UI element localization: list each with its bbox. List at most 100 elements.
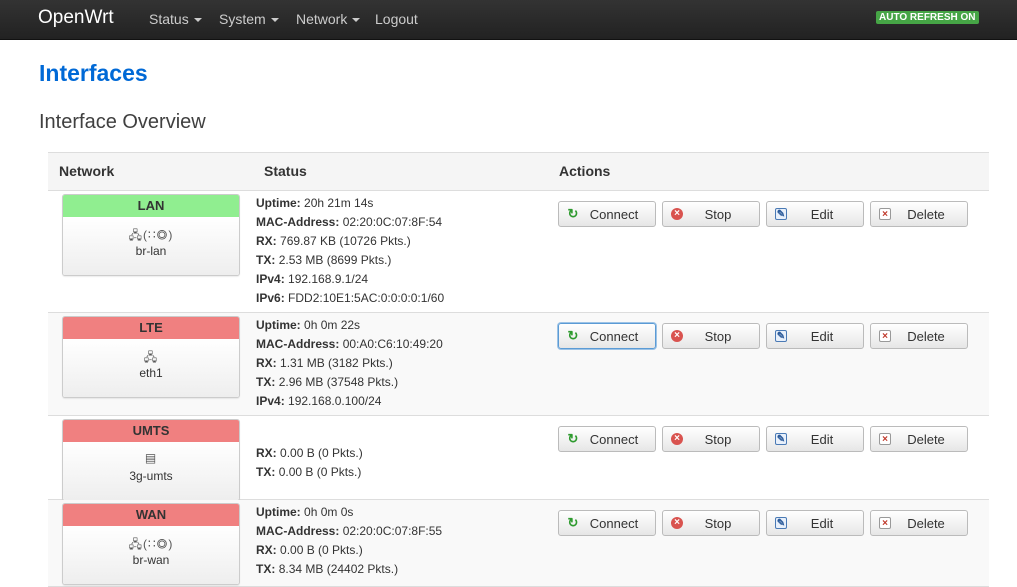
status-value: 769.87 KB (10726 Pkts.) — [280, 234, 411, 248]
connect-button[interactable]: ↻ Connect — [558, 426, 656, 452]
connect-label: Connect — [589, 329, 639, 344]
interface-badge-lte[interactable]: LTE 🖧 eth1 — [62, 316, 240, 398]
nav-logout-label: Logout — [375, 11, 418, 27]
nav-system-menu[interactable]: System — [219, 11, 279, 27]
status-line: Uptime: 20h 21m 14s — [256, 196, 374, 210]
interface-device-panel: 🖧(∷◎) br-wan — [63, 526, 239, 584]
table-header: Network Status Actions — [48, 152, 989, 191]
status-line: IPv4: 192.168.9.1/24 — [256, 272, 369, 286]
top-navbar: OpenWrt Status System Network Logout AUT… — [0, 0, 1017, 40]
delete-button[interactable]: × Delete — [870, 510, 968, 536]
edit-label: Edit — [810, 516, 834, 531]
interfaces-table: Network Status Actions LAN 🖧(∷◎) br-lan Upt… — [48, 152, 989, 587]
delete-label: Delete — [907, 329, 945, 344]
interface-status: RX: 0.00 B (0 Pkts.) TX: 0.00 B (0 Pkts.) — [256, 444, 363, 482]
status-key: MAC-Address — [256, 337, 336, 351]
section-title: Interface Overview — [39, 111, 206, 133]
status-line: TX: 0.00 B (0 Pkts.) — [256, 465, 362, 479]
status-value: 2.96 MB (37548 Pkts.) — [278, 375, 399, 389]
delete-button[interactable]: × Delete — [870, 426, 968, 452]
status-value: 0h 0m 22s — [304, 318, 361, 332]
header-status: Status — [264, 163, 307, 179]
status-line: RX: 0.00 B (0 Pkts.) — [256, 543, 363, 557]
connect-button[interactable]: ↻ Connect — [558, 201, 656, 227]
edit-button[interactable]: ✎ Edit — [766, 323, 864, 349]
status-value: 192.168.0.100/24 — [288, 394, 382, 408]
status-line: Uptime: 0h 0m 0s — [256, 505, 354, 519]
status-key: IPv4 — [256, 394, 281, 408]
status-value: 0.00 B (0 Pkts.) — [278, 465, 362, 479]
interface-device-panel: ▤ 3g-umts — [63, 442, 239, 500]
device-name: eth1 — [139, 366, 163, 380]
brand-logo[interactable]: OpenWrt — [38, 7, 114, 29]
interface-badge-wan[interactable]: WAN 🖧(∷◎) br-wan — [62, 503, 240, 585]
auto-refresh-badge[interactable]: AUTO REFRESH ON — [876, 11, 979, 24]
status-line: Uptime: 0h 0m 22s — [256, 318, 361, 332]
delete-button[interactable]: × Delete — [870, 323, 968, 349]
status-line: IPv6: FDD2:10E1:5AC:0:0:0:0:1/60 — [256, 291, 445, 305]
status-value: 0.00 B (0 Pkts.) — [280, 446, 363, 460]
status-value: 0.00 B (0 Pkts.) — [280, 543, 363, 557]
status-key: Uptime — [256, 318, 297, 332]
chevron-down-icon — [352, 18, 361, 23]
stop-button[interactable]: × Stop — [662, 201, 760, 227]
interface-badge-umts[interactable]: UMTS ▤ 3g-umts — [62, 419, 240, 501]
status-key: TX — [256, 562, 272, 576]
edit-label: Edit — [810, 329, 834, 344]
status-line: MAC-Address: 00:A0:C6:10:49:20 — [256, 337, 443, 351]
interface-device-panel: 🖧 eth1 — [63, 339, 239, 397]
modem-icon: ▤ — [144, 451, 158, 465]
connect-button[interactable]: ↻ Connect — [558, 323, 656, 349]
status-key: RX — [256, 543, 273, 557]
interface-badge-lan[interactable]: LAN 🖧(∷◎) br-lan — [62, 194, 240, 276]
nav-logout-link[interactable]: Logout — [375, 11, 418, 27]
status-line: RX: 1.31 MB (3182 Pkts.) — [256, 356, 393, 370]
status-line: TX: 2.53 MB (8699 Pkts.) — [256, 253, 392, 267]
edit-button[interactable]: ✎ Edit — [766, 510, 864, 536]
nav-status-label: Status — [149, 11, 189, 27]
status-key: TX — [256, 253, 272, 267]
nav-network-menu[interactable]: Network — [296, 11, 361, 27]
status-key: MAC-Address — [256, 215, 336, 229]
table-row: WAN 🖧(∷◎) br-wan Uptime: 0h 0m 0s MAC-Addres… — [48, 500, 989, 587]
interface-name: UMTS — [63, 420, 239, 442]
interface-name: WAN — [63, 504, 239, 526]
stop-label: Stop — [704, 432, 732, 447]
connect-label: Connect — [589, 432, 639, 447]
status-value: 20h 21m 14s — [304, 196, 374, 210]
status-value: 0h 0m 0s — [304, 505, 354, 519]
interface-device-panel: 🖧(∷◎) br-lan — [63, 217, 239, 275]
chevron-down-icon — [270, 18, 279, 23]
device-name: br-lan — [135, 244, 167, 258]
status-key: TX — [256, 465, 272, 479]
status-line: IPv4: 192.168.0.100/24 — [256, 394, 382, 408]
status-line: MAC-Address: 02:20:0C:07:8F:54 — [256, 215, 443, 229]
device-name: 3g-umts — [129, 469, 173, 483]
ethernet-icon: 🖧 — [143, 350, 159, 364]
nav-system-label: System — [219, 11, 266, 27]
table-row: LAN 🖧(∷◎) br-lan Uptime: 20h 21m 14s MAC-Add… — [48, 191, 989, 313]
nav-status-menu[interactable]: Status — [149, 11, 202, 27]
interface-name: LTE — [63, 317, 239, 339]
stop-button[interactable]: × Stop — [662, 510, 760, 536]
connect-button[interactable]: ↻ Connect — [558, 510, 656, 536]
status-value: 8.34 MB (24402 Pkts.) — [278, 562, 399, 576]
delete-label: Delete — [907, 432, 945, 447]
status-value: 192.168.9.1/24 — [288, 272, 369, 286]
status-line: RX: 769.87 KB (10726 Pkts.) — [256, 234, 411, 248]
status-key: IPv6 — [256, 291, 281, 305]
edit-button[interactable]: ✎ Edit — [766, 426, 864, 452]
stop-button[interactable]: × Stop — [662, 426, 760, 452]
stop-label: Stop — [704, 207, 732, 222]
table-row: LTE 🖧 eth1 Uptime: 0h 0m 22s MAC-Address: 00… — [48, 313, 989, 416]
stop-label: Stop — [704, 329, 732, 344]
delete-button[interactable]: × Delete — [870, 201, 968, 227]
bridge-ethernet-wireless-icons: 🖧(∷◎) — [128, 537, 174, 551]
status-key: Uptime — [256, 196, 297, 210]
edit-button[interactable]: ✎ Edit — [766, 201, 864, 227]
interface-status: Uptime: 0h 0m 0s MAC-Address: 02:20:0C:07… — [256, 503, 442, 579]
stop-button[interactable]: × Stop — [662, 323, 760, 349]
status-line: TX: 2.96 MB (37548 Pkts.) — [256, 375, 399, 389]
status-line: TX: 8.34 MB (24402 Pkts.) — [256, 562, 399, 576]
interface-name: LAN — [63, 195, 239, 217]
